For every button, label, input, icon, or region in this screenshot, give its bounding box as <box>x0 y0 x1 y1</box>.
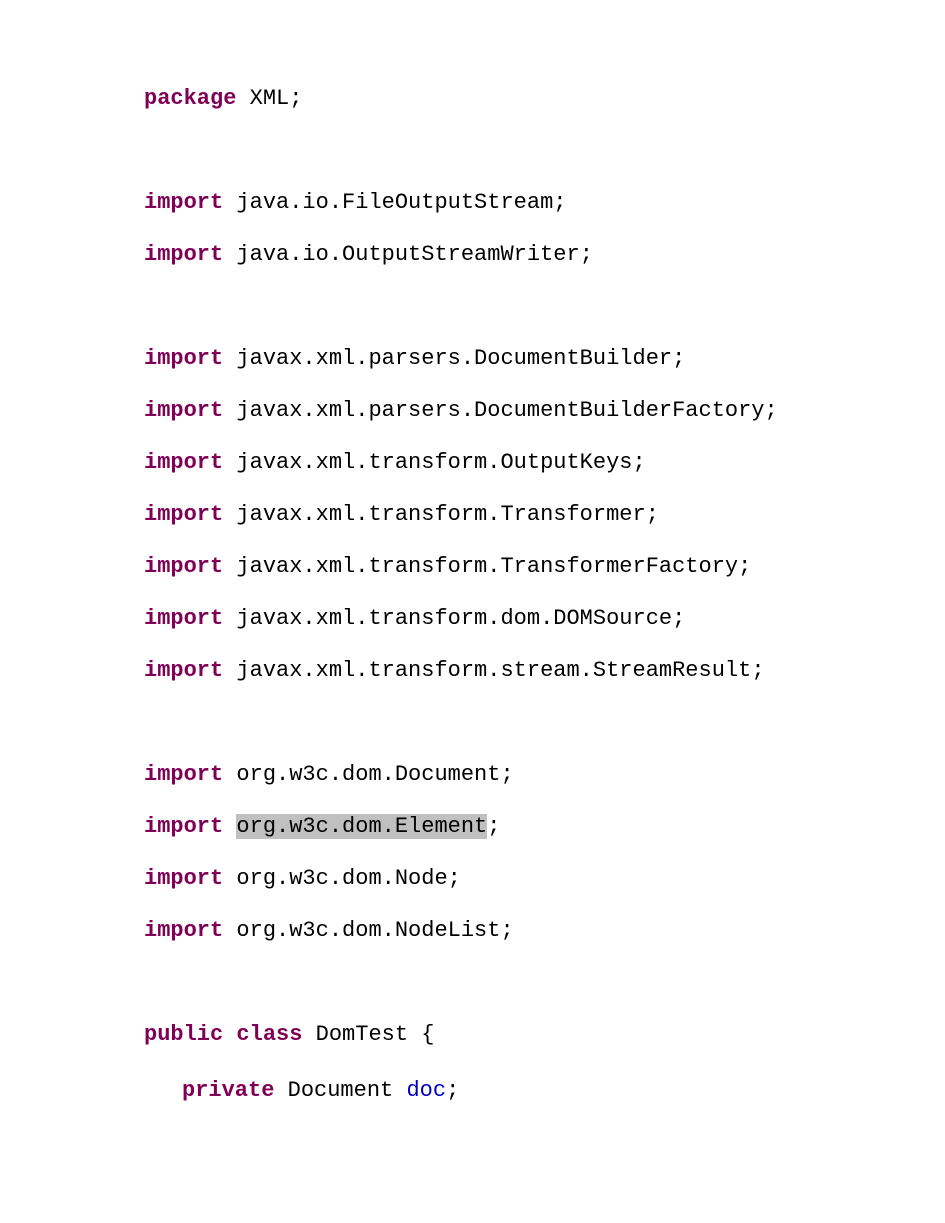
semicolon: ; <box>765 398 778 423</box>
space <box>223 866 236 891</box>
import-path: javax.xml.parsers.DocumentBuilderFactory <box>236 398 764 423</box>
space <box>223 242 236 267</box>
semicolon: ; <box>646 502 659 527</box>
package-declaration: package XML; <box>144 88 945 110</box>
keyword-import: import <box>144 762 223 787</box>
import-path: javax.xml.transform.dom.DOMSource <box>236 606 672 631</box>
semicolon: ; <box>289 86 302 111</box>
space <box>393 1078 406 1103</box>
keyword-import: import <box>144 606 223 631</box>
import-path: org.w3c.dom.Node <box>236 866 447 891</box>
blank-line <box>144 296 945 348</box>
keyword-import: import <box>144 866 223 891</box>
field-name: doc <box>406 1078 446 1103</box>
keyword-import: import <box>144 814 223 839</box>
space <box>408 1022 421 1047</box>
field-declaration: private Document doc; <box>144 1080 945 1102</box>
space <box>223 918 236 943</box>
space <box>274 1078 287 1103</box>
import-line: import org.w3c.dom.Document; <box>144 764 945 786</box>
semicolon: ; <box>487 814 500 839</box>
open-brace: { <box>421 1022 434 1047</box>
space <box>223 606 236 631</box>
import-path: org.w3c.dom.NodeList <box>236 918 500 943</box>
keyword-private: private <box>182 1078 274 1103</box>
semicolon: ; <box>738 554 751 579</box>
class-name: DomTest <box>316 1022 408 1047</box>
class-declaration: public class DomTest { <box>144 1024 945 1046</box>
space <box>223 398 236 423</box>
semicolon: ; <box>448 866 461 891</box>
semicolon: ; <box>633 450 646 475</box>
semicolon: ; <box>672 606 685 631</box>
import-path: java.io.OutputStreamWriter <box>236 242 579 267</box>
import-line: import java.io.FileOutputStream; <box>144 192 945 214</box>
import-line: import javax.xml.transform.TransformerFa… <box>144 556 945 578</box>
semicolon: ; <box>500 762 513 787</box>
import-line: import javax.xml.parsers.DocumentBuilder… <box>144 400 945 422</box>
package-name: XML <box>250 86 290 111</box>
semicolon: ; <box>580 242 593 267</box>
import-path-highlighted: org.w3c.dom.Element <box>236 814 487 839</box>
keyword-import: import <box>144 450 223 475</box>
import-path: javax.xml.transform.stream.StreamResult <box>236 658 751 683</box>
keyword-import: import <box>144 918 223 943</box>
space <box>223 346 236 371</box>
blank-line <box>144 140 945 192</box>
semicolon: ; <box>672 346 685 371</box>
import-path: javax.xml.parsers.DocumentBuilder <box>236 346 672 371</box>
space <box>223 554 236 579</box>
import-path: java.io.FileOutputStream <box>236 190 553 215</box>
space <box>223 762 236 787</box>
import-path: javax.xml.transform.OutputKeys <box>236 450 632 475</box>
import-line: import java.io.OutputStreamWriter; <box>144 244 945 266</box>
import-line: import javax.xml.transform.dom.DOMSource… <box>144 608 945 630</box>
keyword-import: import <box>144 190 223 215</box>
space <box>236 86 249 111</box>
keyword-package: package <box>144 86 236 111</box>
import-path: org.w3c.dom.Document <box>236 762 500 787</box>
blank-line <box>144 712 945 764</box>
keyword-import: import <box>144 398 223 423</box>
import-line: import org.w3c.dom.Node; <box>144 868 945 890</box>
keyword-import: import <box>144 502 223 527</box>
keyword-import: import <box>144 658 223 683</box>
keyword-import: import <box>144 346 223 371</box>
import-line: import javax.xml.transform.Transformer; <box>144 504 945 526</box>
semicolon: ; <box>751 658 764 683</box>
keyword-public: public <box>144 1022 223 1047</box>
semicolon: ; <box>500 918 513 943</box>
keyword-class: class <box>236 1022 302 1047</box>
semicolon: ; <box>553 190 566 215</box>
import-line: import javax.xml.transform.OutputKeys; <box>144 452 945 474</box>
keyword-import: import <box>144 554 223 579</box>
space <box>223 1022 236 1047</box>
space <box>223 502 236 527</box>
import-line: import javax.xml.transform.stream.Stream… <box>144 660 945 682</box>
space <box>223 658 236 683</box>
import-path: javax.xml.transform.TransformerFactory <box>236 554 738 579</box>
space <box>223 450 236 475</box>
space <box>302 1022 315 1047</box>
code-page: package XML; import java.io.FileOutputSt… <box>0 0 945 1102</box>
space <box>223 814 236 839</box>
field-type: Document <box>288 1078 394 1103</box>
blank-line <box>144 972 945 1024</box>
keyword-import: import <box>144 242 223 267</box>
import-line: import org.w3c.dom.NodeList; <box>144 920 945 942</box>
space <box>223 190 236 215</box>
import-path: javax.xml.transform.Transformer <box>236 502 645 527</box>
semicolon: ; <box>446 1078 459 1103</box>
import-line: import javax.xml.parsers.DocumentBuilder… <box>144 348 945 370</box>
import-line-highlighted: import org.w3c.dom.Element; <box>144 816 945 838</box>
